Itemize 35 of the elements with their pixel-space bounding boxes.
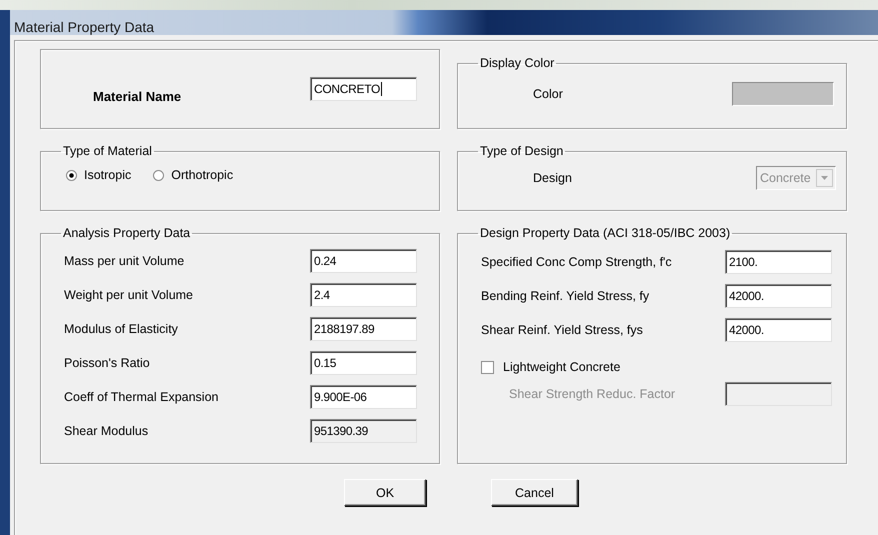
input-field[interactable]: 2100. [725,250,832,274]
input-field[interactable]: 42000. [725,284,832,308]
color-swatch[interactable] [732,82,834,106]
group-title: Type of Material [62,144,153,158]
group-title: Analysis Property Data [62,226,192,240]
window-title: Material Property Data [14,19,154,35]
dropdown-arrow-icon [821,176,828,180]
input-field[interactable]: 2188197.89 [310,317,417,341]
ok-button[interactable]: OK [344,479,426,506]
input-field[interactable]: 0.15 [310,351,417,375]
field-label: Bending Reinf. Yield Stress, fy [481,289,650,303]
input-field[interactable]: CONCRETO [310,77,417,101]
field-label: Poisson's Ratio [64,356,150,370]
input-field[interactable]: 0.24 [310,249,417,273]
field-label: Mass per unit Volume [64,254,184,268]
group-title: Type of Design [479,144,564,158]
field-label: Design [533,171,572,185]
group-title: Display Color [479,56,556,70]
field-label: Coeff of Thermal Expansion [64,390,218,404]
field-label: Shear Modulus [64,424,148,438]
field-label: Modulus of Elasticity [64,322,178,336]
field-label: Weight per unit Volume [64,288,194,302]
input-field[interactable]: 42000. [725,318,832,342]
checkbox[interactable]: Lightweight Concrete [481,360,824,374]
field-label: Shear Reinf. Yield Stress, fys [481,323,643,337]
field-label: Material Name [93,88,182,104]
radio-button[interactable]: Isotropic [66,168,132,182]
input-field[interactable]: 9.900E-06 [310,385,417,409]
field-label: Shear Strength Reduc. Factor [509,387,676,401]
group-title: Design Property Data (ACI 318-05/IBC 2003) [479,226,732,240]
cancel-button[interactable]: Cancel [491,479,578,506]
input-field[interactable]: 2.4 [310,283,417,307]
field-label: Color [533,87,563,101]
radio-button[interactable]: Orthotropic [153,168,234,182]
field-label: Specified Conc Comp Strength, f'c [481,255,672,269]
